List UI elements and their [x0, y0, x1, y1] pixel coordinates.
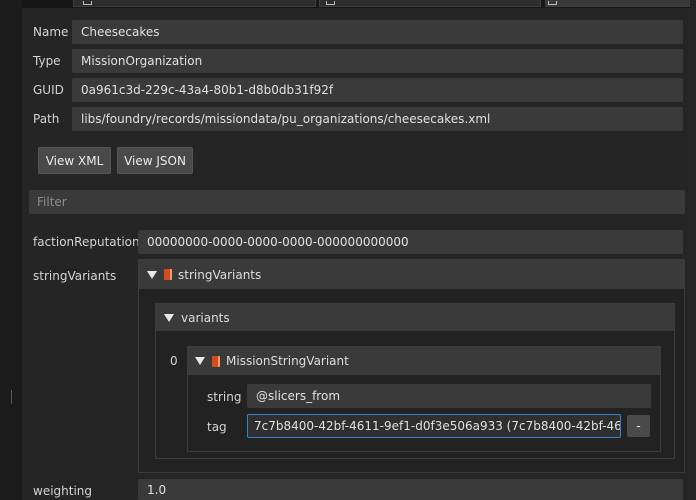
type-label: Type: [33, 54, 61, 68]
record-inspector: Name Cheesecakes Type MissionOrganizatio…: [22, 8, 690, 500]
tab-icon: [548, 1, 557, 5]
string-label: string: [207, 390, 242, 404]
document-tab[interactable]: [319, 0, 541, 7]
path-field[interactable]: libs/foundry/records/missiondata/pu_orga…: [72, 107, 683, 131]
book-icon: [164, 269, 172, 280]
guid-field[interactable]: 0a961c3d-229c-43a4-80b1-d8b0db31f92f: [72, 78, 683, 102]
tab-icon: [83, 1, 92, 5]
vertical-scrollbar[interactable]: [690, 0, 696, 500]
string-field[interactable]: @slicers_from: [247, 384, 651, 408]
weighting-field[interactable]: 1.0: [138, 479, 683, 500]
string-variants-header[interactable]: stringVariants: [139, 260, 684, 289]
tag-label: tag: [207, 420, 227, 434]
name-field[interactable]: Cheesecakes: [72, 20, 683, 44]
view-xml-button[interactable]: View XML: [38, 147, 111, 174]
triangle-down-icon[interactable]: [164, 313, 174, 322]
tab-icon: [326, 1, 335, 5]
path-label: Path: [33, 112, 60, 126]
document-tab[interactable]: [73, 0, 316, 7]
book-icon: [212, 355, 220, 367]
document-tab-active[interactable]: [545, 0, 690, 7]
variants-header[interactable]: variants: [156, 304, 674, 331]
filter-input[interactable]: Filter: [29, 190, 685, 214]
weighting-label: weighting: [33, 484, 93, 498]
name-label: Name: [33, 25, 69, 39]
type-field[interactable]: MissionOrganization: [72, 49, 683, 73]
document-tab-bar: [0, 0, 696, 8]
faction-reputation-label: factionReputation: [33, 235, 140, 249]
triangle-down-icon[interactable]: [147, 270, 157, 279]
string-variants-label: stringVariants: [33, 269, 117, 283]
faction-reputation-field[interactable]: 00000000-0000-0000-0000-000000000000: [138, 230, 683, 254]
remove-tag-button[interactable]: -: [627, 415, 650, 437]
mission-string-variant-title: MissionStringVariant: [226, 354, 349, 368]
mission-string-variant-header[interactable]: MissionStringVariant: [188, 347, 660, 375]
guid-label: GUID: [33, 83, 64, 97]
variants-title: variants: [181, 310, 230, 325]
string-variants-title: stringVariants: [178, 267, 262, 282]
left-panel-gutter: [0, 0, 22, 500]
view-json-button[interactable]: View JSON: [117, 147, 193, 174]
triangle-down-icon[interactable]: [195, 357, 205, 365]
panel-splitter-handle[interactable]: [11, 390, 12, 404]
tag-field[interactable]: 7c7b8400-42bf-4611-9ef1-d0f3e506a933 (7c…: [247, 414, 621, 438]
variant-index: 0: [170, 354, 178, 368]
